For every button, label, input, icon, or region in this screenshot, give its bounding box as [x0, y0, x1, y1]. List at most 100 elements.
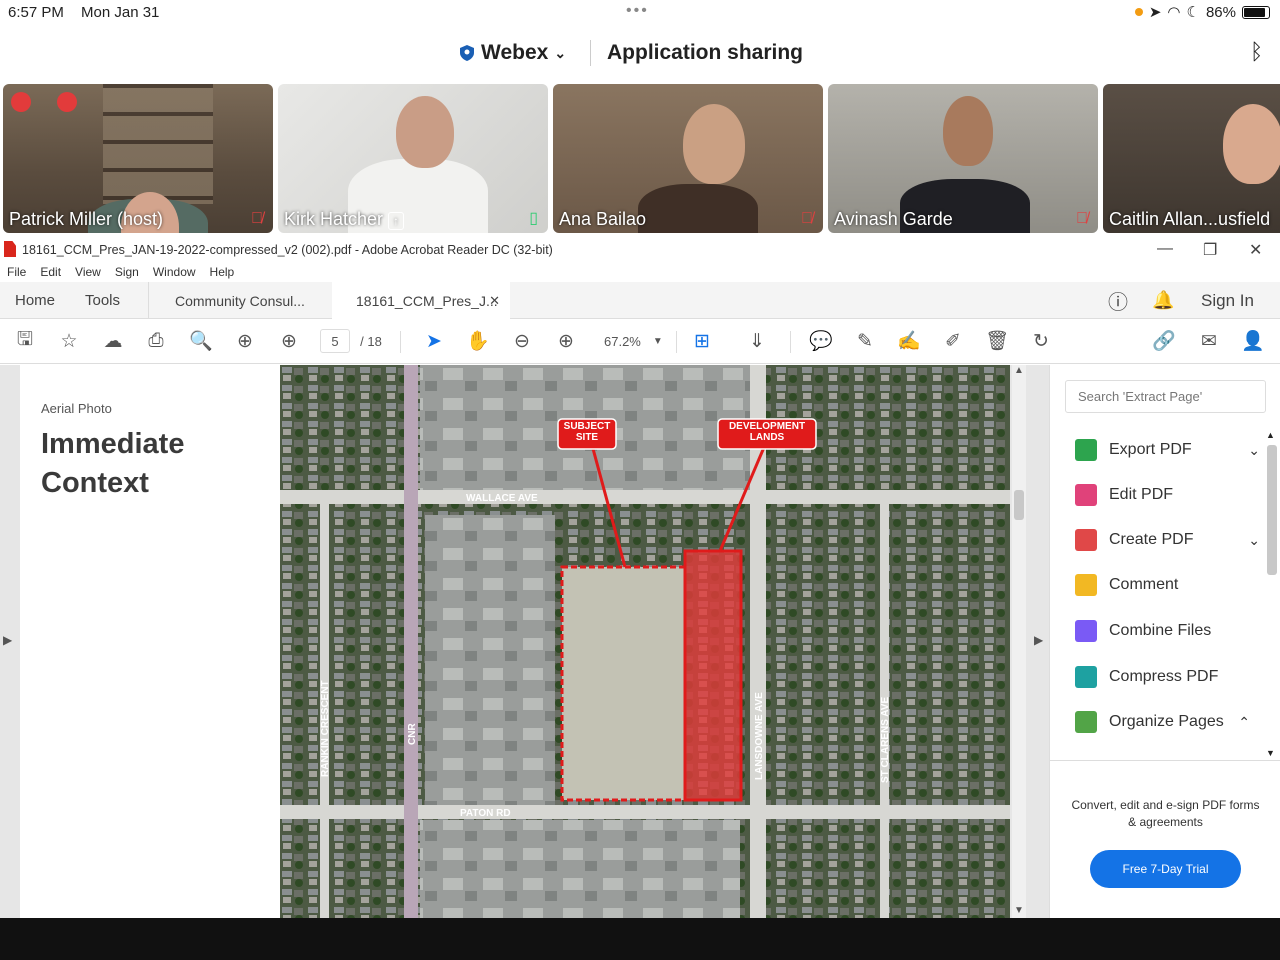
tool-compress-pdf[interactable]: Compress PDF: [1075, 662, 1260, 692]
rotate-icon[interactable]: ↻: [1029, 329, 1053, 353]
location-icon: ➤: [1148, 4, 1162, 21]
participant-name: Avinash Garde: [834, 209, 953, 229]
tool-combine-files[interactable]: Combine Files: [1075, 616, 1260, 646]
scroll-up-icon[interactable]: ▲: [1014, 365, 1024, 376]
chevron-up-icon[interactable]: ⌃: [1238, 714, 1250, 731]
fill-sign-icon[interactable]: ✐: [941, 329, 965, 353]
scroll-mode-icon[interactable]: ⇓: [745, 329, 769, 353]
menu-help[interactable]: Help: [210, 265, 235, 279]
tools-pane-scrollbar-thumb[interactable]: [1267, 445, 1277, 575]
tool-create-pdf[interactable]: Create PDF ⌄: [1075, 525, 1260, 555]
participant-tile[interactable]: Kirk Hatcher ↑ ▯: [278, 84, 548, 233]
bluetooth-icon[interactable]: ᛒ: [1250, 39, 1263, 65]
menu-file[interactable]: File: [7, 265, 26, 279]
scroll-up-icon[interactable]: ▲: [1266, 430, 1275, 440]
page-number-input[interactable]: 5: [320, 329, 350, 353]
minimize-icon[interactable]: —: [1157, 240, 1173, 258]
help-icon[interactable]: ⓘ: [1108, 282, 1128, 319]
wifi-icon: ◠: [1167, 4, 1181, 21]
star-icon[interactable]: ☆: [57, 329, 81, 353]
previous-page-icon[interactable]: ⊕: [233, 329, 257, 353]
battery-icon: [1242, 5, 1270, 19]
zoom-out-icon[interactable]: ⊖: [510, 329, 534, 353]
close-icon[interactable]: ✕: [1249, 240, 1262, 260]
tools-pane-scrollbar[interactable]: ▲ ▼: [1266, 430, 1278, 760]
tab-tools[interactable]: Tools: [85, 282, 120, 319]
fit-page-icon[interactable]: ⊞: [690, 329, 714, 353]
moon-icon: ☾: [1186, 4, 1200, 21]
menu-sign[interactable]: Sign: [115, 265, 139, 279]
hand-tool-icon[interactable]: ✋: [466, 329, 490, 353]
sign-in-button[interactable]: Sign In: [1201, 282, 1254, 319]
print-icon[interactable]: ⎙: [144, 329, 168, 353]
tool-comment[interactable]: Comment: [1075, 570, 1260, 600]
menu-view[interactable]: View: [75, 265, 101, 279]
street-label-lansdowne: LANSDOWNE AVE: [754, 692, 765, 780]
mic-muted-icon: 🎙̸: [801, 210, 813, 227]
webex-header: Webex ⌄ Application sharing ᛒ: [0, 36, 1280, 72]
comment-icon[interactable]: 💬: [809, 329, 833, 353]
cloud-upload-icon[interactable]: ☁: [101, 329, 125, 353]
bell-icon[interactable]: 🔔: [1152, 282, 1174, 319]
tool-organize-pages[interactable]: Organize Pages ⌃: [1075, 707, 1260, 737]
acrobat-pdf-icon: [4, 241, 16, 257]
mic-indicator-icon: [1134, 8, 1143, 16]
menu-window[interactable]: Window: [153, 265, 196, 279]
tab-close-icon[interactable]: ✕: [489, 293, 500, 309]
tab-separator: [148, 282, 149, 319]
slide-heading-line: Context: [41, 467, 149, 499]
header-divider: [590, 40, 591, 66]
restore-icon[interactable]: ❐: [1203, 240, 1217, 260]
chevron-down-icon[interactable]: ⌄: [1248, 442, 1260, 459]
tab-document-active[interactable]: 18161_CCM_Pres_J... ✕: [332, 282, 510, 319]
chevron-down-icon[interactable]: ⌄: [1248, 532, 1260, 549]
save-icon[interactable]: 🖫: [13, 329, 37, 353]
document-scrollbar-thumb[interactable]: [1014, 490, 1024, 520]
organize-pages-icon: [1075, 711, 1097, 733]
zoom-search-icon[interactable]: 🔍: [189, 329, 213, 353]
menu-edit[interactable]: Edit: [40, 265, 61, 279]
next-page-icon[interactable]: ⊕: [277, 329, 301, 353]
select-cursor-icon[interactable]: ➤: [422, 329, 446, 353]
delete-icon[interactable]: 🗑: [985, 329, 1009, 353]
tools-search-input[interactable]: Search 'Extract Page': [1065, 380, 1266, 413]
email-icon[interactable]: ✉: [1197, 329, 1221, 353]
compress-pdf-icon: [1075, 666, 1097, 688]
tool-label: Export PDF: [1109, 441, 1192, 458]
slide-heading-line: Immediate: [41, 428, 185, 460]
draw-icon[interactable]: ✍: [897, 329, 921, 353]
screen-share-icon: ↑: [388, 212, 405, 230]
left-panel-toggle-icon[interactable]: ▶: [3, 633, 12, 647]
participant-tile[interactable]: Patrick Miller (host) 🎙̸: [3, 84, 273, 233]
scroll-down-icon[interactable]: ▼: [1266, 748, 1275, 758]
sharing-title: Application sharing: [607, 41, 804, 64]
multitasking-dots-icon[interactable]: •••: [626, 2, 649, 20]
link-icon[interactable]: 🔗: [1152, 329, 1176, 353]
pane-divider: [1050, 760, 1280, 761]
tool-export-pdf[interactable]: Export PDF ⌄: [1075, 435, 1260, 465]
clock: 6:57 PM: [8, 4, 64, 21]
zoom-level-dropdown[interactable]: 67.2% ▼: [592, 329, 663, 353]
free-trial-button[interactable]: Free 7-Day Trial: [1090, 850, 1241, 888]
webex-label: Webex: [481, 41, 549, 64]
mic-muted-icon: 🎙̸: [251, 210, 263, 227]
add-user-icon[interactable]: 👤: [1241, 329, 1265, 353]
participant-tile[interactable]: Caitlin Allan...usfield: [1103, 84, 1280, 233]
participant-tile[interactable]: Ana Bailao 🎙̸: [553, 84, 823, 233]
tool-label: Comment: [1109, 576, 1179, 593]
zoom-in-icon[interactable]: ⊕: [554, 329, 578, 353]
slide-kicker: Aerial Photo: [41, 401, 112, 416]
recording-icon: [57, 92, 77, 112]
highlight-pen-icon[interactable]: ✎: [853, 329, 877, 353]
tool-edit-pdf[interactable]: Edit PDF: [1075, 480, 1260, 510]
tab-document[interactable]: Community Consul...: [175, 282, 305, 319]
tab-home[interactable]: Home: [15, 282, 55, 319]
right-panel-toggle-icon[interactable]: ▶: [1034, 633, 1043, 647]
callout-development-lands-label: DEVELOPMENT LANDS: [728, 421, 806, 443]
participant-tile[interactable]: Avinash Garde 🎙̸: [828, 84, 1098, 233]
street-label-wallace: WALLACE AVE: [466, 493, 538, 504]
document-scrollbar[interactable]: ▲ ▼: [1012, 365, 1026, 918]
webex-menu[interactable]: Webex ⌄: [459, 41, 566, 65]
recording-icon: [11, 92, 31, 112]
scroll-down-icon[interactable]: ▼: [1014, 905, 1024, 916]
